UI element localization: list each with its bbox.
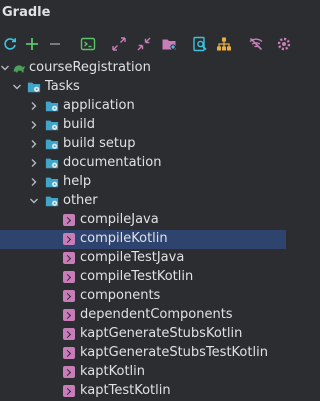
chevron-right-icon[interactable]	[29, 158, 39, 168]
expand-all-icon[interactable]	[109, 34, 129, 54]
tree-node-task[interactable]: compileTestKotlin	[0, 268, 286, 287]
folder-gear-icon	[45, 101, 59, 112]
tree-node-group[interactable]: build	[0, 116, 286, 135]
analyze-dependencies-icon[interactable]	[190, 34, 210, 54]
gradle-task-icon	[63, 233, 75, 245]
tree-node-task[interactable]: kaptGenerateStubsTestKotlin	[0, 344, 286, 363]
reload-icon[interactable]	[0, 34, 20, 54]
tree-node-label: other	[63, 193, 98, 208]
gradle-task-icon	[63, 309, 75, 321]
tree-node-group[interactable]: build setup	[0, 135, 286, 154]
tree-node-group[interactable]: application	[0, 97, 286, 116]
tree-node-task[interactable]: compileJava	[0, 211, 286, 230]
tree-node-group[interactable]: help	[0, 173, 286, 192]
settings-icon[interactable]	[274, 34, 294, 54]
tree-node-label: compileJava	[80, 212, 159, 227]
tree-node-task[interactable]: kaptGenerateStubsKotlin	[0, 325, 286, 344]
tree-node-label: build setup	[63, 136, 136, 151]
tree-node-label: help	[63, 174, 92, 189]
chevron-right-icon[interactable]	[29, 120, 39, 130]
tree-node-task[interactable]: compileTestJava	[0, 249, 286, 268]
tree-node-label: components	[80, 288, 161, 303]
folder-gear-icon	[45, 177, 59, 188]
tree-node-task[interactable]: kaptKotlin	[0, 363, 286, 382]
link-folder-icon[interactable]	[159, 34, 179, 54]
folder-gear-icon	[27, 82, 41, 93]
tool-window-header: Gradle	[0, 0, 286, 28]
chevron-down-icon[interactable]	[29, 196, 39, 206]
tree-node-group[interactable]: other	[0, 192, 286, 211]
tree-node-label: dependentComponents	[80, 307, 233, 322]
tree-node-label: courseRegistration	[29, 60, 151, 75]
tree-node-label: application	[63, 98, 135, 113]
tree-node-label: kaptKotlin	[80, 364, 146, 379]
tree-node-label: documentation	[63, 155, 162, 170]
gradle-toolbar	[0, 30, 291, 58]
tree-node-label: build	[63, 117, 95, 132]
gradle-elephant-icon	[13, 65, 25, 73]
gradle-task-icon	[63, 271, 75, 283]
tree-node-label: kaptGenerateStubsKotlin	[80, 326, 243, 341]
chevron-right-icon[interactable]	[29, 177, 39, 187]
tree-node-label: Tasks	[45, 79, 80, 94]
gradle-task-icon	[63, 347, 75, 359]
tree-node-task[interactable]: dependentComponents	[0, 306, 286, 325]
tree-node-task[interactable]: components	[0, 287, 286, 306]
tree-node-label: compileTestJava	[80, 250, 185, 265]
gradle-task-icon	[63, 385, 75, 397]
collapse-all-icon[interactable]	[134, 34, 154, 54]
gradle-task-icon	[63, 328, 75, 340]
tree-node-root[interactable]: courseRegistration	[0, 59, 286, 78]
gradle-task-icon	[63, 252, 75, 264]
add-icon[interactable]	[22, 34, 42, 54]
toggle-offline-icon[interactable]	[246, 34, 266, 54]
tree-node-task-selected[interactable]: compileKotlin	[0, 230, 286, 249]
tree-node-label: kaptGenerateStubsTestKotlin	[80, 345, 268, 360]
gradle-task-icon	[63, 214, 75, 226]
folder-gear-icon	[45, 139, 59, 150]
tree-node-tasks[interactable]: Tasks	[0, 78, 286, 97]
chevron-down-icon[interactable]	[0, 63, 10, 73]
gradle-task-icon	[63, 290, 75, 302]
chevron-right-icon[interactable]	[29, 139, 39, 149]
tree-node-label: compileKotlin	[80, 231, 168, 246]
folder-gear-icon	[45, 120, 59, 131]
tool-window-title: Gradle	[2, 5, 51, 20]
chevron-right-icon[interactable]	[29, 101, 39, 111]
remove-icon[interactable]	[45, 34, 65, 54]
chevron-down-icon[interactable]	[12, 82, 22, 92]
folder-gear-icon	[45, 158, 59, 169]
show-dependencies-icon[interactable]	[214, 34, 234, 54]
tree-node-label: kaptTestKotlin	[80, 383, 171, 398]
tree-node-group[interactable]: documentation	[0, 154, 286, 173]
tree-node-task[interactable]: kaptTestKotlin	[0, 382, 286, 401]
folder-gear-icon	[45, 196, 59, 207]
gradle-task-icon	[63, 366, 75, 378]
execute-task-icon[interactable]	[78, 34, 98, 54]
tree-node-label: compileTestKotlin	[80, 269, 194, 284]
